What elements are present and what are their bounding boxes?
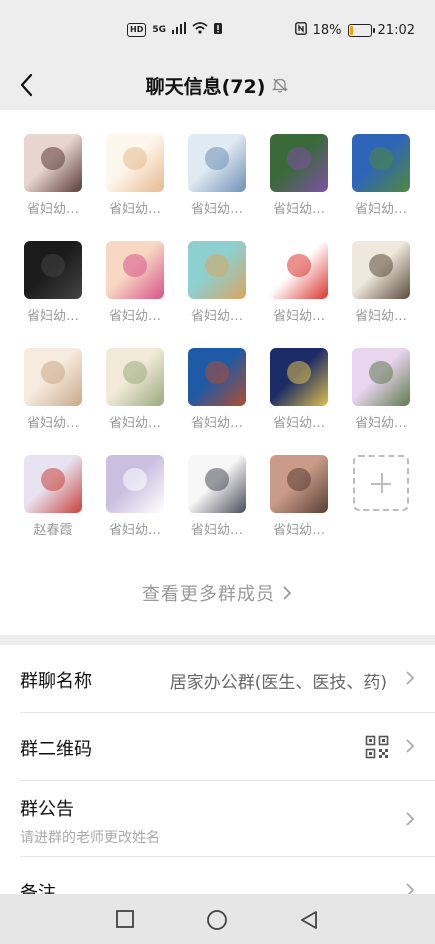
battery-percent: 18%: [312, 23, 342, 38]
member-avatar: [188, 241, 246, 299]
member-name: 省妇幼…: [108, 202, 161, 217]
member-item[interactable]: 省妇幼…: [100, 455, 170, 555]
wifi-icon: [192, 22, 208, 37]
chevron-right-icon: [405, 811, 415, 831]
member-avatar: [24, 241, 82, 299]
member-name: 省妇幼…: [190, 202, 243, 217]
nfc-icon: [294, 22, 307, 39]
member-avatar: [106, 348, 164, 406]
system-nav-bar: [0, 894, 435, 944]
member-name: 省妇幼…: [108, 416, 161, 431]
signal-icon: [172, 22, 186, 37]
member-name: 省妇幼…: [272, 523, 325, 538]
member-item[interactable]: 省妇幼…: [182, 348, 252, 448]
member-avatar: [352, 348, 410, 406]
member-name: 省妇幼…: [272, 309, 325, 324]
member-avatar: [106, 241, 164, 299]
view-more-label: 查看更多群成员: [142, 584, 275, 605]
network-label: 5G: [152, 24, 166, 35]
bell-off-icon: [271, 76, 289, 99]
remark-row[interactable]: 备注: [0, 857, 435, 894]
member-avatar: [352, 241, 410, 299]
title-bar: 聊天信息(72): [0, 62, 435, 110]
square-recent-icon[interactable]: [115, 909, 135, 933]
hd-badge: HD: [127, 22, 147, 37]
member-item[interactable]: 省妇幼…: [264, 348, 334, 448]
member-item[interactable]: 省妇幼…: [18, 348, 88, 448]
member-avatar: [270, 348, 328, 406]
clock: 21:02: [377, 23, 415, 38]
member-avatar: [270, 455, 328, 513]
chevron-right-icon: [281, 585, 293, 606]
announcement-preview: 请进群的老师更改姓名: [20, 830, 160, 846]
member-avatar: [106, 134, 164, 192]
remark-label: 备注: [20, 883, 56, 894]
member-avatar: [270, 241, 328, 299]
member-avatar: [352, 134, 410, 192]
member-item[interactable]: 省妇幼…: [182, 455, 252, 555]
group-name-value: 居家办公群(医生、医技、药): [169, 673, 387, 693]
chevron-right-icon: [405, 882, 415, 894]
member-name: 省妇幼…: [190, 523, 243, 538]
battery-icon: [347, 24, 375, 37]
member-name: 省妇幼…: [190, 309, 243, 324]
announcement-row[interactable]: 群公告 请进群的老师更改姓名: [0, 781, 435, 857]
plus-icon: [353, 455, 409, 511]
member-name: 省妇幼…: [108, 309, 161, 324]
member-avatar: [24, 134, 82, 192]
group-name-row[interactable]: 群聊名称 居家办公群(医生、医技、药): [0, 645, 435, 713]
member-item[interactable]: 省妇幼…: [346, 348, 416, 448]
settings-list: 群聊名称 居家办公群(医生、医技、药) 群二维码 群公告 请进群的老师更改姓名 …: [0, 645, 435, 894]
member-name: 省妇幼…: [26, 202, 79, 217]
member-name: 省妇幼…: [354, 416, 407, 431]
chevron-right-icon: [405, 738, 415, 758]
member-item[interactable]: 省妇幼…: [100, 348, 170, 448]
qr-code-row[interactable]: 群二维码: [0, 713, 435, 781]
notification-icon: [214, 22, 222, 37]
member-avatar: [270, 134, 328, 192]
member-item[interactable]: 省妇幼…: [346, 134, 416, 234]
qr-code-label: 群二维码: [20, 739, 92, 760]
member-item[interactable]: 省妇幼…: [100, 241, 170, 341]
group-name-label: 群聊名称: [20, 671, 92, 692]
page-title-text: 聊天信息(72): [145, 76, 266, 98]
member-avatar: [188, 455, 246, 513]
status-left-group: HD 5G: [127, 22, 222, 37]
member-name: 省妇幼…: [354, 202, 407, 217]
member-avatar: [188, 134, 246, 192]
member-name: 省妇幼…: [272, 416, 325, 431]
member-name: 省妇幼…: [272, 202, 325, 217]
add-member-button[interactable]: [346, 455, 416, 555]
member-avatar: [188, 348, 246, 406]
member-name: 省妇幼…: [26, 309, 79, 324]
status-bar: HD 5G 18% 21:02: [0, 0, 435, 62]
member-item[interactable]: 省妇幼…: [264, 455, 334, 555]
member-name: 省妇幼…: [26, 416, 79, 431]
member-item[interactable]: 省妇幼…: [18, 241, 88, 341]
status-right-group: 18% 21:02: [294, 22, 415, 39]
member-item[interactable]: 省妇幼…: [346, 241, 416, 341]
page-title: 聊天信息(72): [0, 72, 435, 99]
member-avatar: [106, 455, 164, 513]
triangle-back-icon[interactable]: [298, 909, 320, 935]
member-item[interactable]: 赵春霞: [18, 455, 88, 555]
member-panel: 省妇幼… 省妇幼… 省妇幼… 省妇幼… 省妇幼… 省妇幼… 省妇幼… 省妇幼… 省妇幼… 省妇幼……: [0, 110, 435, 635]
member-name: 省妇幼…: [108, 523, 161, 538]
chevron-right-icon: [405, 670, 415, 690]
member-item[interactable]: 省妇幼…: [182, 134, 252, 234]
member-avatar: [24, 348, 82, 406]
member-name: 赵春霞: [33, 523, 73, 538]
circle-home-icon[interactable]: [206, 909, 228, 935]
member-avatar: [24, 455, 82, 513]
member-item[interactable]: 省妇幼…: [264, 241, 334, 341]
member-item[interactable]: 省妇幼…: [18, 134, 88, 234]
qr-code-icon: [365, 735, 389, 763]
announcement-label: 群公告: [20, 799, 74, 820]
member-item[interactable]: 省妇幼…: [100, 134, 170, 234]
member-item[interactable]: 省妇幼…: [264, 134, 334, 234]
member-item[interactable]: 省妇幼…: [182, 241, 252, 341]
view-more-members-link[interactable]: 查看更多群成员: [0, 580, 435, 606]
member-name: 省妇幼…: [354, 309, 407, 324]
member-name: 省妇幼…: [190, 416, 243, 431]
